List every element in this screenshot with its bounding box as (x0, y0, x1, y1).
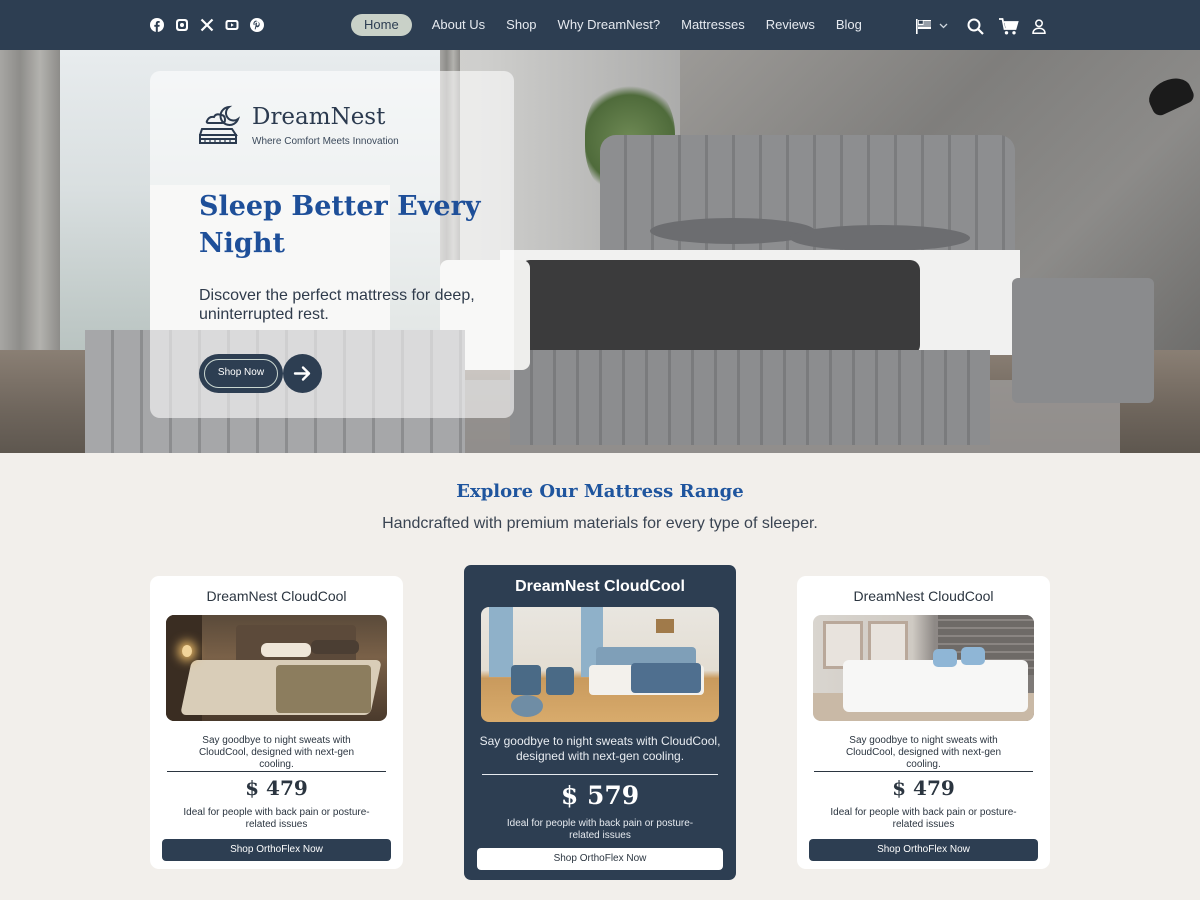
instagram-icon[interactable] (175, 18, 189, 32)
social-links (150, 18, 264, 32)
product-card-featured: DreamNest CloudCool Say goodbye to night… (464, 565, 736, 880)
brand-name: DreamNest (252, 104, 386, 130)
top-nav: Home About Us Shop Why DreamNest? Mattre… (0, 0, 1200, 50)
product-card: DreamNest CloudCool Say goodbye to night… (150, 576, 403, 869)
product-description: Say goodbye to night sweats with CloudCo… (845, 735, 1002, 770)
photo-pillow (961, 647, 985, 665)
photo-ottoman (511, 695, 543, 717)
x-icon[interactable] (200, 18, 214, 32)
hero-title: Sleep Better Every Night (199, 191, 481, 259)
shop-orthoflex-button[interactable]: Shop OrthoFlex Now (809, 839, 1038, 861)
product-name: DreamNest CloudCool (206, 588, 347, 604)
nav-actions (915, 15, 1046, 37)
dreamnest-logo-icon (199, 105, 241, 144)
cart-button[interactable] (984, 17, 1019, 35)
hero-throw-blanket (520, 260, 920, 355)
shop-now-label: Shop Now (204, 359, 278, 388)
nav-mattresses[interactable]: Mattresses (681, 14, 745, 36)
search-icon (967, 18, 984, 35)
shop-now-arrow-button[interactable] (283, 354, 322, 393)
flag-icon (916, 18, 931, 34)
product-name: DreamNest CloudCool (515, 578, 685, 595)
account-button[interactable] (1019, 18, 1046, 34)
divider (814, 771, 1033, 772)
shop-orthoflex-button[interactable]: Shop OrthoFlex Now (477, 848, 723, 870)
brand-tagline: Where Comfort Meets Innovation (252, 136, 399, 147)
shop-orthoflex-button[interactable]: Shop OrthoFlex Now (162, 839, 391, 861)
divider (482, 774, 718, 775)
product-description: Say goodbye to night sweats with CloudCo… (479, 734, 721, 763)
user-icon (1032, 18, 1046, 34)
youtube-icon[interactable] (225, 18, 239, 32)
product-image[interactable] (166, 615, 387, 721)
pinterest-icon[interactable] (250, 18, 264, 32)
chevron-down-icon (939, 23, 948, 29)
product-image[interactable] (813, 615, 1034, 721)
nav-reviews[interactable]: Reviews (766, 14, 815, 36)
photo-throw (276, 665, 371, 713)
facebook-icon[interactable] (150, 18, 164, 32)
product-price: $ 479 (892, 776, 955, 800)
product-name: DreamNest CloudCool (853, 588, 994, 604)
product-note: Ideal for people with back pain or postu… (183, 807, 370, 830)
cart-icon (999, 17, 1019, 34)
product-note: Ideal for people with back pain or postu… (506, 818, 694, 841)
divider (167, 771, 386, 772)
product-description: Say goodbye to night sweats with CloudCo… (198, 735, 355, 770)
product-price: $ 579 (560, 781, 640, 810)
nav-blog[interactable]: Blog (836, 14, 862, 36)
hero-curtain (0, 50, 60, 380)
photo-throw (631, 663, 701, 693)
nav-about-us[interactable]: About Us (432, 14, 485, 36)
photo-pillow (933, 649, 957, 667)
product-price: $ 479 (245, 776, 308, 800)
photo-frame (656, 619, 674, 633)
product-image[interactable] (481, 607, 719, 722)
hero-subtitle: Discover the perfect mattress for deep, … (199, 287, 475, 323)
photo-chair (546, 667, 574, 695)
main-menu: Home About Us Shop Why DreamNest? Mattre… (351, 14, 883, 36)
photo-bed (843, 660, 1028, 712)
hero-nightstand (1012, 278, 1154, 403)
arrow-right-icon (293, 366, 311, 381)
hero-bed-base (510, 350, 990, 445)
photo-pillow (261, 643, 311, 657)
nav-home[interactable]: Home (351, 14, 412, 36)
search-button[interactable] (948, 18, 984, 35)
photo-pillow (311, 640, 359, 654)
range-subtitle: Handcrafted with premium materials for e… (382, 515, 818, 532)
product-card: DreamNest CloudCool Say goodbye to night… (797, 576, 1050, 869)
language-selector[interactable] (915, 18, 948, 34)
range-title: Explore Our Mattress Range (456, 481, 744, 502)
photo-curtain (489, 607, 513, 677)
nav-shop[interactable]: Shop (506, 14, 536, 36)
product-note: Ideal for people with back pain or postu… (830, 807, 1017, 830)
photo-lamp (182, 645, 192, 657)
nav-why-dreamnest[interactable]: Why DreamNest? (558, 14, 661, 36)
photo-chair (511, 665, 541, 695)
hero-pillow (790, 225, 970, 251)
shop-now-button[interactable]: Shop Now (199, 354, 283, 393)
